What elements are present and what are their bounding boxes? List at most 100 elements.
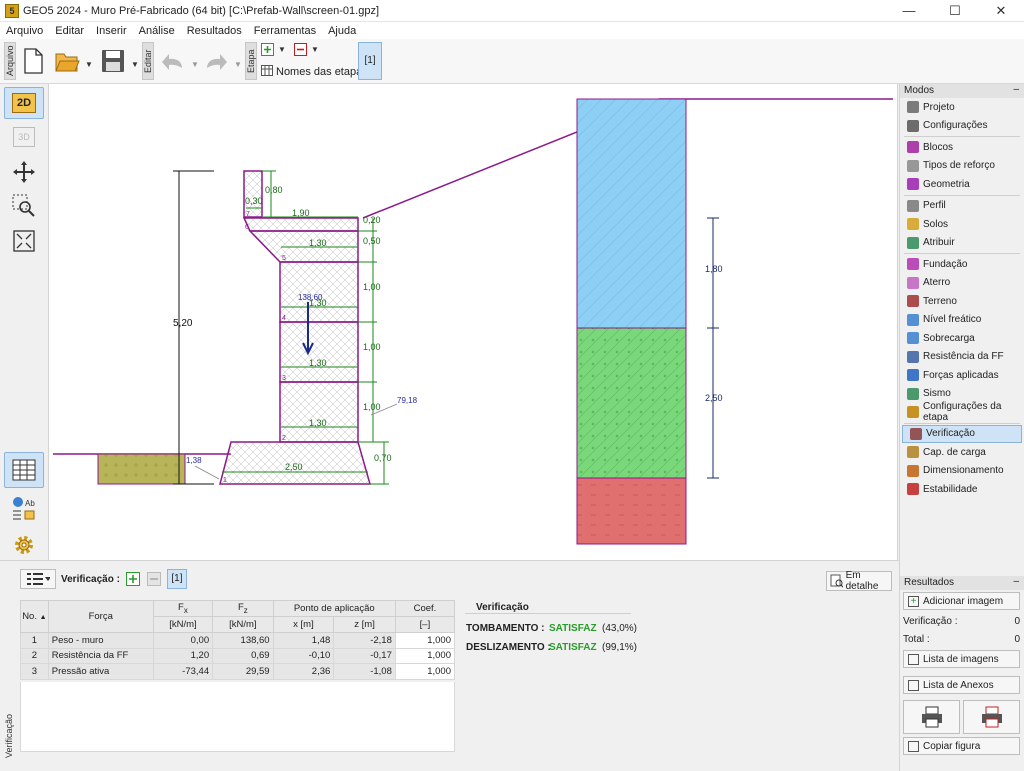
overturning-label: TOMBAMENTO :: [466, 623, 545, 634]
mode-item-applied-forces[interactable]: Forças aplicadas: [900, 366, 1024, 385]
list-menu-button[interactable]: [20, 569, 56, 589]
mode-item-reinforcement[interactable]: Tipos de reforço: [900, 157, 1024, 176]
table-row[interactable]: 1 Peso - muro 0,00 138,60 1,48 -2,18 1,0…: [20, 632, 456, 649]
cell-fx: 0,00: [152, 632, 214, 649]
mode-item-geometry[interactable]: Geometria: [900, 175, 1024, 194]
verification-toolbar: Verificação : [1]: [20, 567, 187, 591]
mode-item-front-resistance[interactable]: Resistência da FF: [900, 348, 1024, 367]
dim-layer2: 2,50: [705, 393, 723, 403]
mode-item-stage-settings[interactable]: Configurações da etapa: [900, 401, 1024, 423]
mode-item-soils[interactable]: Solos: [900, 215, 1024, 234]
mode-item-foundation[interactable]: Fundação: [900, 255, 1024, 274]
assign-icon: [907, 236, 919, 249]
cell-no: 2: [20, 647, 49, 664]
mode-item-dimensioning[interactable]: Dimensionamento: [900, 462, 1024, 481]
maximize-button[interactable]: ☐: [932, 0, 978, 22]
menu-ferramentas[interactable]: Ferramentas: [248, 25, 322, 37]
styles-button[interactable]: Ab: [4, 490, 44, 526]
menu-editar[interactable]: Editar: [49, 25, 90, 37]
image-list-button[interactable]: Lista de imagens: [903, 650, 1020, 668]
mode-item-profile[interactable]: Perfil: [900, 197, 1024, 216]
mode-item-assign[interactable]: Atribuir: [900, 234, 1024, 253]
view-2d-button[interactable]: 2D: [4, 87, 44, 119]
mode-item-label: Geometria: [923, 178, 970, 190]
drawing-canvas[interactable]: 7 6 5 4 3 2 1 5,20 0,80 0,30 1,90 0,20 1…: [48, 84, 898, 560]
mode-item-bearing-capacity[interactable]: Cap. de carga: [900, 443, 1024, 462]
new-file-icon[interactable]: [22, 47, 44, 75]
copy-figure-button[interactable]: Copiar figura: [903, 737, 1020, 755]
open-folder-icon[interactable]: [54, 48, 80, 74]
redo-icon[interactable]: [203, 50, 229, 72]
mode-item-label: Fundação: [923, 258, 968, 270]
editar-tab[interactable]: Editar: [142, 42, 154, 80]
redo-dropdown-icon[interactable]: ▼: [234, 60, 242, 69]
mode-item-earthquake[interactable]: Sismo: [900, 385, 1024, 404]
zoom-extents-button[interactable]: [4, 225, 44, 257]
arquivo-tab[interactable]: Arquivo: [4, 42, 16, 80]
mode-item-verification[interactable]: Verificação: [902, 424, 1022, 443]
table-row[interactable]: 3 Pressão ativa -73,44 29,59 2,36 -1,08 …: [20, 663, 456, 680]
table-view-button[interactable]: [4, 452, 44, 488]
mode-item-blocks[interactable]: Blocos: [900, 138, 1024, 157]
save-icon[interactable]: [100, 48, 126, 74]
menu-inserir[interactable]: Inserir: [90, 25, 133, 37]
minimize-button[interactable]: —: [886, 0, 932, 22]
reinforcement-icon: [907, 159, 919, 172]
analysis-1-button[interactable]: [1]: [166, 569, 187, 589]
col-no[interactable]: No. ▲: [20, 600, 49, 633]
etapa-tab[interactable]: Etapa: [245, 42, 257, 80]
col-forca[interactable]: Força: [47, 600, 154, 633]
cell-coef[interactable]: 1,000: [394, 647, 456, 664]
remove-stage-icon[interactable]: [294, 43, 307, 56]
print-preview-button[interactable]: [963, 700, 1020, 734]
cell-fz: 29,59: [212, 663, 274, 680]
close-button[interactable]: ✕: [978, 0, 1024, 22]
cell-coef[interactable]: 1,000: [394, 632, 456, 649]
mode-item-backfill[interactable]: Aterro: [900, 274, 1024, 293]
in-detail-button[interactable]: Em detalhe: [826, 570, 892, 592]
pan-button[interactable]: [4, 156, 44, 188]
attachments-list-button[interactable]: Lista de Anexos: [903, 676, 1020, 694]
add-stage-icon[interactable]: [261, 43, 274, 56]
block-num-3: 3: [282, 375, 286, 382]
remove-stage-dropdown-icon[interactable]: ▼: [311, 45, 319, 54]
stage-names-label[interactable]: Nomes das etapas: [276, 66, 368, 78]
zoom-window-button[interactable]: [4, 190, 44, 222]
dim-cap-height: 0,80: [265, 185, 283, 195]
cell-coef[interactable]: 1,000: [394, 663, 456, 680]
save-dropdown-icon[interactable]: ▼: [131, 60, 139, 69]
add-analysis-icon[interactable]: [125, 572, 140, 586]
menu-ajuda[interactable]: Ajuda: [322, 25, 362, 37]
attachments-list-icon: [908, 679, 919, 691]
verification-side-tab[interactable]: Verificação: [4, 563, 16, 758]
mode-item-project[interactable]: Projeto: [900, 98, 1024, 117]
mode-item-label: Resistência da FF: [923, 351, 1004, 363]
add-stage-dropdown-icon[interactable]: ▼: [278, 45, 286, 54]
stage-1-button[interactable]: [1]: [358, 42, 382, 80]
unit-fx: [kN/m]: [152, 616, 214, 633]
print-button[interactable]: [903, 700, 960, 734]
mode-item-surcharge[interactable]: Sobrecarga: [900, 329, 1024, 348]
add-image-button[interactable]: + Adicionar imagem: [903, 592, 1020, 610]
cell-no: 3: [20, 663, 49, 680]
menu-resultados[interactable]: Resultados: [181, 25, 248, 37]
mode-item-stability[interactable]: Estabilidade: [900, 480, 1024, 499]
menu-analise[interactable]: Análise: [133, 25, 181, 37]
mode-item-terrain[interactable]: Terreno: [900, 292, 1024, 311]
block-6: [242, 217, 359, 232]
total-images-count: 0: [1014, 634, 1020, 645]
open-dropdown-icon[interactable]: ▼: [85, 60, 93, 69]
mode-item-gear[interactable]: Configurações: [900, 117, 1024, 136]
menu-arquivo[interactable]: Arquivo: [0, 25, 49, 37]
view-3d-button[interactable]: 3D: [4, 121, 44, 153]
gear-icon: [15, 536, 33, 554]
undo-dropdown-icon[interactable]: ▼: [191, 60, 199, 69]
undo-icon[interactable]: [160, 50, 186, 72]
table-row[interactable]: 2 Resistência da FF 1,20 0,69 -0,10 -0,1…: [20, 647, 456, 664]
mode-item-water-table[interactable]: Nível freático: [900, 311, 1024, 330]
settings-button[interactable]: [4, 527, 44, 563]
mode-item-label: Perfil: [923, 200, 946, 212]
remove-analysis-icon[interactable]: [146, 572, 161, 586]
col-fz: Fz: [212, 600, 274, 617]
water-table-icon: [907, 313, 919, 326]
